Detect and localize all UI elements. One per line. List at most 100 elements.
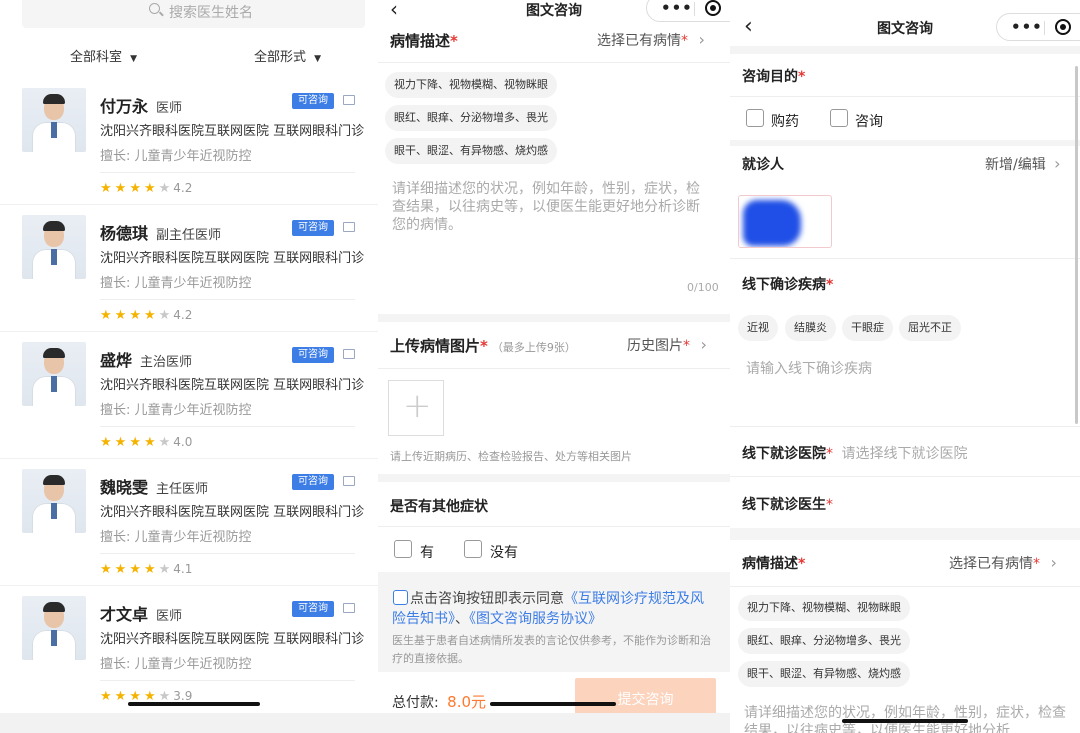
doctor-title: 医师 (156, 101, 183, 116)
condition-label-text: 病情描述 (742, 556, 798, 572)
star-empty-icon: ★ (158, 562, 174, 577)
section-divider (730, 46, 1080, 54)
status-badge: 可咨询 (292, 347, 334, 363)
checkbox-consult[interactable] (830, 109, 848, 127)
bottom-strip (0, 713, 378, 733)
diagnosis-tag[interactable]: 干眼症 (842, 315, 893, 341)
doctor-card[interactable]: 杨德琪 副主任医师 可咨询 沈阳兴齐眼科医院互联网医院 互联网眼科门诊 擅长: 儿童青少… (0, 205, 378, 331)
agreement-separator: 、 (455, 611, 469, 627)
star-icon: ★ (114, 562, 130, 577)
nav-title: 图文咨询 (526, 3, 582, 19)
diagnosis-tag[interactable]: 近视 (738, 315, 778, 341)
diagnosis-tag[interactable]: 屈光不正 (899, 315, 961, 341)
divider (100, 426, 355, 427)
divider (730, 476, 1080, 477)
doctor-specialty: 擅长: 儿童青少年近视防控 (100, 530, 252, 545)
doctor-name-row: 盛烨 主治医师 (100, 347, 192, 371)
more-icon[interactable]: ••• (1011, 18, 1043, 36)
symptom-tag[interactable]: 眼干、眼涩、有异物感、烧灼感 (738, 661, 910, 687)
symptom-tag[interactable]: 眼红、眼痒、分泌物增多、畏光 (738, 628, 910, 654)
doctor-specialty: 擅长: 儿童青少年近视防控 (100, 403, 252, 418)
target-icon[interactable] (705, 0, 721, 16)
diagnosis-input[interactable]: 请输入线下确诊疾病 (746, 358, 872, 378)
back-icon[interactable]: ‹ (390, 0, 398, 21)
capsule-menu[interactable]: ••• (996, 13, 1080, 41)
section-divider (730, 140, 1080, 146)
plus-icon: + (403, 386, 432, 426)
option-yes-label: 有 (420, 545, 434, 561)
select-existing-condition[interactable]: 选择已有病情* › (949, 553, 1057, 573)
status-badge: 可咨询 (292, 474, 334, 490)
search-bar[interactable]: 搜索医生姓名 (22, 0, 365, 28)
rating-score: 4.2 (173, 308, 193, 322)
divider (100, 680, 355, 681)
patient-edit-link[interactable]: 新增/编辑 › (985, 154, 1061, 174)
scrollbar[interactable] (1075, 66, 1078, 424)
submit-label: 提交咨询 (617, 692, 674, 708)
form-filter[interactable]: 全部形式 ▼ (254, 46, 321, 65)
star-icon: ★ (143, 562, 159, 577)
agreement-link-service[interactable]: 《图文咨询服务协议》 (469, 611, 602, 627)
upload-image-button[interactable]: + (388, 380, 444, 436)
doctor-title: 副主任医师 (156, 228, 222, 243)
other-symptoms-label: 是否有其他症状 (390, 499, 488, 515)
select-existing-label: 选择已有病情 (949, 556, 1033, 572)
history-images-link[interactable]: 历史图片* › (627, 335, 707, 355)
symptom-tag[interactable]: 眼干、眼涩、有异物感、烧灼感 (385, 138, 557, 164)
symptom-tag[interactable]: 眼红、眼痒、分泌物增多、畏光 (385, 105, 557, 131)
rating-score: 4.2 (173, 181, 193, 195)
checkbox-no[interactable] (464, 540, 482, 558)
rating-score: 4.1 (173, 562, 193, 576)
diagnosis-label-text: 线下确诊疾病 (742, 277, 826, 293)
search-input[interactable]: 搜索医生姓名 (169, 2, 253, 22)
checkbox-yes[interactable] (394, 540, 412, 558)
star-icon: ★ (100, 689, 115, 704)
consult-screen-b: ‹ 图文咨询 ••• 咨询目的* 购药 咨询 就诊人 新增/编辑 › 线下确诊疾… (730, 0, 1080, 733)
symptom-tag[interactable]: 视力下降、视物模糊、视物眯眼 (385, 72, 557, 98)
section-divider (378, 314, 730, 322)
doctor-name: 才文卓 (100, 605, 149, 624)
doctor-card[interactable]: 魏晓雯 主任医师 可咨询 沈阳兴齐眼科医院互联网医院 互联网眼科门诊 擅长: 儿童青少年… (0, 459, 378, 585)
doctor-row[interactable]: 线下就诊医生* (742, 494, 833, 514)
target-icon[interactable] (1055, 19, 1071, 35)
image-icon (343, 95, 355, 105)
department-filter[interactable]: 全部科室 ▼ (70, 46, 137, 65)
divider (730, 586, 1080, 587)
capsule-menu[interactable]: ••• (646, 0, 730, 22)
select-existing-condition[interactable]: 选择已有病情* › (597, 30, 705, 50)
symptom-tag[interactable]: 视力下降、视物模糊、视物眯眼 (738, 595, 910, 621)
patient-card[interactable] (738, 195, 832, 248)
upload-hint: （最多上传9张） (491, 341, 576, 354)
doctor-card[interactable]: 盛烨 主治医师 可咨询 沈阳兴齐眼科医院互联网医院 互联网眼科门诊 擅长: 儿童青少年近… (0, 332, 378, 458)
diagnosis-tag[interactable]: 结膜炎 (785, 315, 836, 341)
image-icon (343, 222, 355, 232)
doctor-hospital: 沈阳兴齐眼科医院互联网医院 互联网眼科门诊 (100, 251, 365, 266)
divider (730, 96, 1080, 97)
rating-stars: ★★★★★4.0 (100, 435, 192, 450)
star-icon: ★ (100, 562, 115, 577)
doctor-hospital: 沈阳兴齐眼科医院互联网医院 互联网眼科门诊 (100, 505, 365, 520)
history-images-label: 历史图片 (627, 338, 683, 354)
doctor-card[interactable]: 付万永 医师 可咨询 沈阳兴齐眼科医院互联网医院 互联网眼科门诊 擅长: 儿童青少年近视… (0, 78, 378, 204)
back-icon[interactable]: ‹ (744, 14, 753, 39)
more-icon[interactable]: ••• (661, 0, 693, 17)
doctor-name-row: 杨德琪 副主任医师 (100, 220, 221, 244)
star-icon: ★ (114, 435, 130, 450)
doctor-avatar (22, 215, 86, 279)
condition-label: 病情描述* (742, 553, 805, 573)
total-amount: 8.0元 (447, 693, 487, 711)
image-icon (343, 603, 355, 613)
form-filter-label: 全部形式 (254, 50, 307, 65)
checkbox-purchase[interactable] (746, 109, 764, 127)
rating-stars: ★★★★★4.2 (100, 181, 192, 196)
description-input[interactable]: 请详细描述您的状况，例如年龄，性别，症状，检查结果，以往病史等，以便医生能更好地… (392, 180, 712, 234)
hospital-row[interactable]: 线下就诊医院* 请选择线下就诊医院 (742, 443, 967, 463)
required-mark: * (450, 32, 458, 50)
home-indicator (128, 702, 260, 706)
doctor-avatar (22, 342, 86, 406)
doctor-avatar (22, 596, 86, 660)
divider (378, 62, 730, 63)
doctor-card[interactable]: 才文卓 医师 可咨询 沈阳兴齐眼科医院互联网医院 互联网眼科门诊 擅长: 儿童青少年近视… (0, 586, 378, 712)
star-icon: ★ (114, 308, 130, 323)
required-mark: * (826, 446, 833, 462)
